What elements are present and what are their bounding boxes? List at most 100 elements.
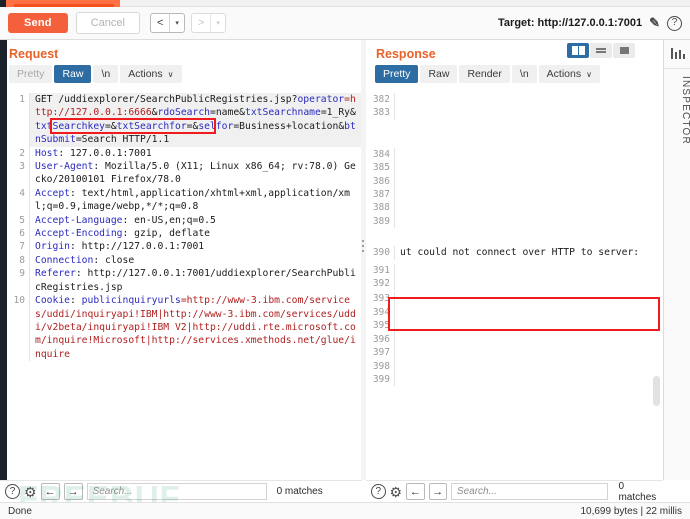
response-line: 386 (368, 175, 663, 188)
request-view-tabs: Pretty Raw \n Actions ∨ (0, 65, 361, 87)
response-line-text (394, 161, 663, 174)
splitter-grip-icon (362, 240, 365, 255)
repeater-window: Send Cancel < ▾ > ▾ Target: http://127.0… (0, 0, 690, 519)
response-pane: Response Pretty Raw Render \n Actions (366, 40, 663, 480)
request-line-number: 4 (7, 187, 29, 214)
response-scrollbar[interactable] (652, 100, 661, 475)
request-find-help-icon[interactable]: ? (5, 484, 20, 499)
request-line: 5Accept-Language: en-US,en;q=0.5 (7, 214, 361, 227)
status-bar: Done 10,699 bytes | 22 millis (0, 502, 690, 519)
response-find-gear-icon[interactable]: ⚙ (390, 485, 403, 499)
request-match-count: 0 matches (277, 486, 323, 497)
chevron-left-icon: < (151, 14, 169, 32)
response-line: 398 (368, 360, 663, 373)
pencil-icon[interactable]: ✎ (649, 15, 660, 31)
response-line-text (394, 292, 663, 305)
response-line: 389 (368, 215, 663, 228)
response-line-number: 393 (368, 292, 394, 305)
request-actions-menu[interactable]: Actions ∨ (120, 65, 181, 83)
request-line-text: Referer: http://127.0.0.1:7001/uddiexplo… (29, 267, 361, 294)
response-line-number: 391 (368, 264, 394, 277)
request-line-number: 9 (7, 267, 29, 294)
request-tab-raw[interactable]: Raw (54, 65, 91, 83)
response-editor[interactable]: 382 383 384 385 386 387 388 389 390ut co… (368, 93, 663, 480)
response-find-help-icon[interactable]: ? (371, 484, 386, 499)
response-line: 383 (368, 106, 663, 119)
cancel-button[interactable]: Cancel (76, 12, 140, 34)
chevron-down-icon[interactable]: ▾ (170, 19, 184, 27)
nav-forward-button[interactable]: > ▾ (191, 13, 226, 33)
request-line: 3User-Agent: Mozilla/5.0 (X11; Linux x86… (7, 160, 361, 187)
request-line-number: 1 (7, 93, 29, 147)
request-find-next-button[interactable]: → (64, 483, 83, 500)
chevron-down-icon-request-actions: ∨ (168, 70, 174, 79)
response-line-text (394, 106, 663, 119)
response-find-bar: ? ⚙ ← → Search... 0 matches (366, 480, 663, 502)
request-line-number: 2 (7, 147, 29, 160)
history-nav-group: < ▾ > ▾ (150, 13, 232, 33)
chevron-down-icon-forward[interactable]: ▾ (211, 19, 225, 27)
request-line-text: Accept-Language: en-US,en;q=0.5 (29, 214, 361, 227)
response-line-number: 392 (368, 277, 394, 290)
layout-split-horizontal-button[interactable] (590, 43, 612, 58)
help-icon[interactable]: ? (667, 16, 682, 31)
response-line-text (394, 277, 663, 290)
request-line: 4Accept: text/html,application/xhtml+xml… (7, 187, 361, 214)
response-line-text (394, 175, 663, 188)
response-line: 392 (368, 277, 663, 290)
layout-toggle-group (567, 43, 635, 58)
request-find-prev-button[interactable]: ← (41, 483, 60, 500)
response-line-number: 388 (368, 201, 394, 214)
nav-back-button[interactable]: < ▾ (150, 13, 185, 33)
inspector-rail[interactable]: INSPECTOR (663, 40, 690, 480)
request-title: Request (0, 40, 361, 65)
request-find-gear-icon[interactable]: ⚙ (24, 485, 37, 499)
response-line-text (394, 360, 663, 373)
response-line: 390ut could not connect over HTTP to ser… (368, 246, 663, 259)
response-actions-label: Actions (547, 68, 581, 80)
request-editor[interactable]: 1GET /uddiexplorer/SearchPublicRegistrie… (7, 93, 361, 480)
request-line-text: Host: 127.0.0.1:7001 (29, 147, 361, 160)
response-search-input[interactable]: Search... (451, 483, 609, 500)
response-line-number: 395 (368, 319, 394, 332)
response-line: 395 (368, 319, 663, 332)
layout-split-vertical-button[interactable] (567, 43, 589, 58)
request-line-text: Connection: close (29, 254, 361, 267)
response-line-number: 396 (368, 333, 394, 346)
request-tab-pretty[interactable]: Pretty (9, 65, 52, 83)
response-line-number: 390 (368, 246, 394, 259)
response-line: 384 (368, 148, 663, 161)
response-line-number: 383 (368, 106, 394, 119)
send-button[interactable]: Send (8, 13, 68, 33)
response-tab-newline[interactable]: \n (512, 65, 537, 83)
response-line-text (394, 201, 663, 214)
request-line-number: 7 (7, 240, 29, 253)
response-scrollbar-thumb[interactable] (653, 376, 660, 406)
response-line-number: 397 (368, 346, 394, 359)
layout-single-pane-button[interactable] (613, 43, 635, 58)
response-tab-raw[interactable]: Raw (420, 65, 457, 83)
request-line: 2Host: 127.0.0.1:7001 (7, 147, 361, 160)
response-line: 387 (368, 188, 663, 201)
status-left: Done (8, 506, 32, 517)
request-line: 6Accept-Encoding: gzip, deflate (7, 227, 361, 240)
request-actions-label: Actions (128, 68, 162, 80)
response-line-number: 384 (368, 148, 394, 161)
inspector-label: INSPECTOR (664, 76, 690, 145)
request-line-number: 5 (7, 214, 29, 227)
response-tab-render[interactable]: Render (459, 65, 509, 83)
response-line-number: 389 (368, 215, 394, 228)
request-line-text: GET /uddiexplorer/SearchPublicRegistries… (29, 93, 361, 147)
response-tab-pretty[interactable]: Pretty (375, 65, 418, 83)
request-tab-newline[interactable]: \n (93, 65, 118, 83)
request-line-number: 8 (7, 254, 29, 267)
response-find-prev-button[interactable]: ← (406, 483, 424, 500)
response-line-number: 382 (368, 93, 394, 106)
response-actions-menu[interactable]: Actions ∨ (539, 65, 600, 83)
response-find-next-button[interactable]: → (429, 483, 447, 500)
tab-strip (0, 0, 690, 7)
inspector-toggle-icon[interactable] (671, 47, 684, 59)
main-split: Request Pretty Raw \n Actions ∨ 1GET /ud… (0, 40, 690, 480)
request-search-input[interactable]: Search... (87, 483, 267, 500)
response-line-number: 398 (368, 360, 394, 373)
